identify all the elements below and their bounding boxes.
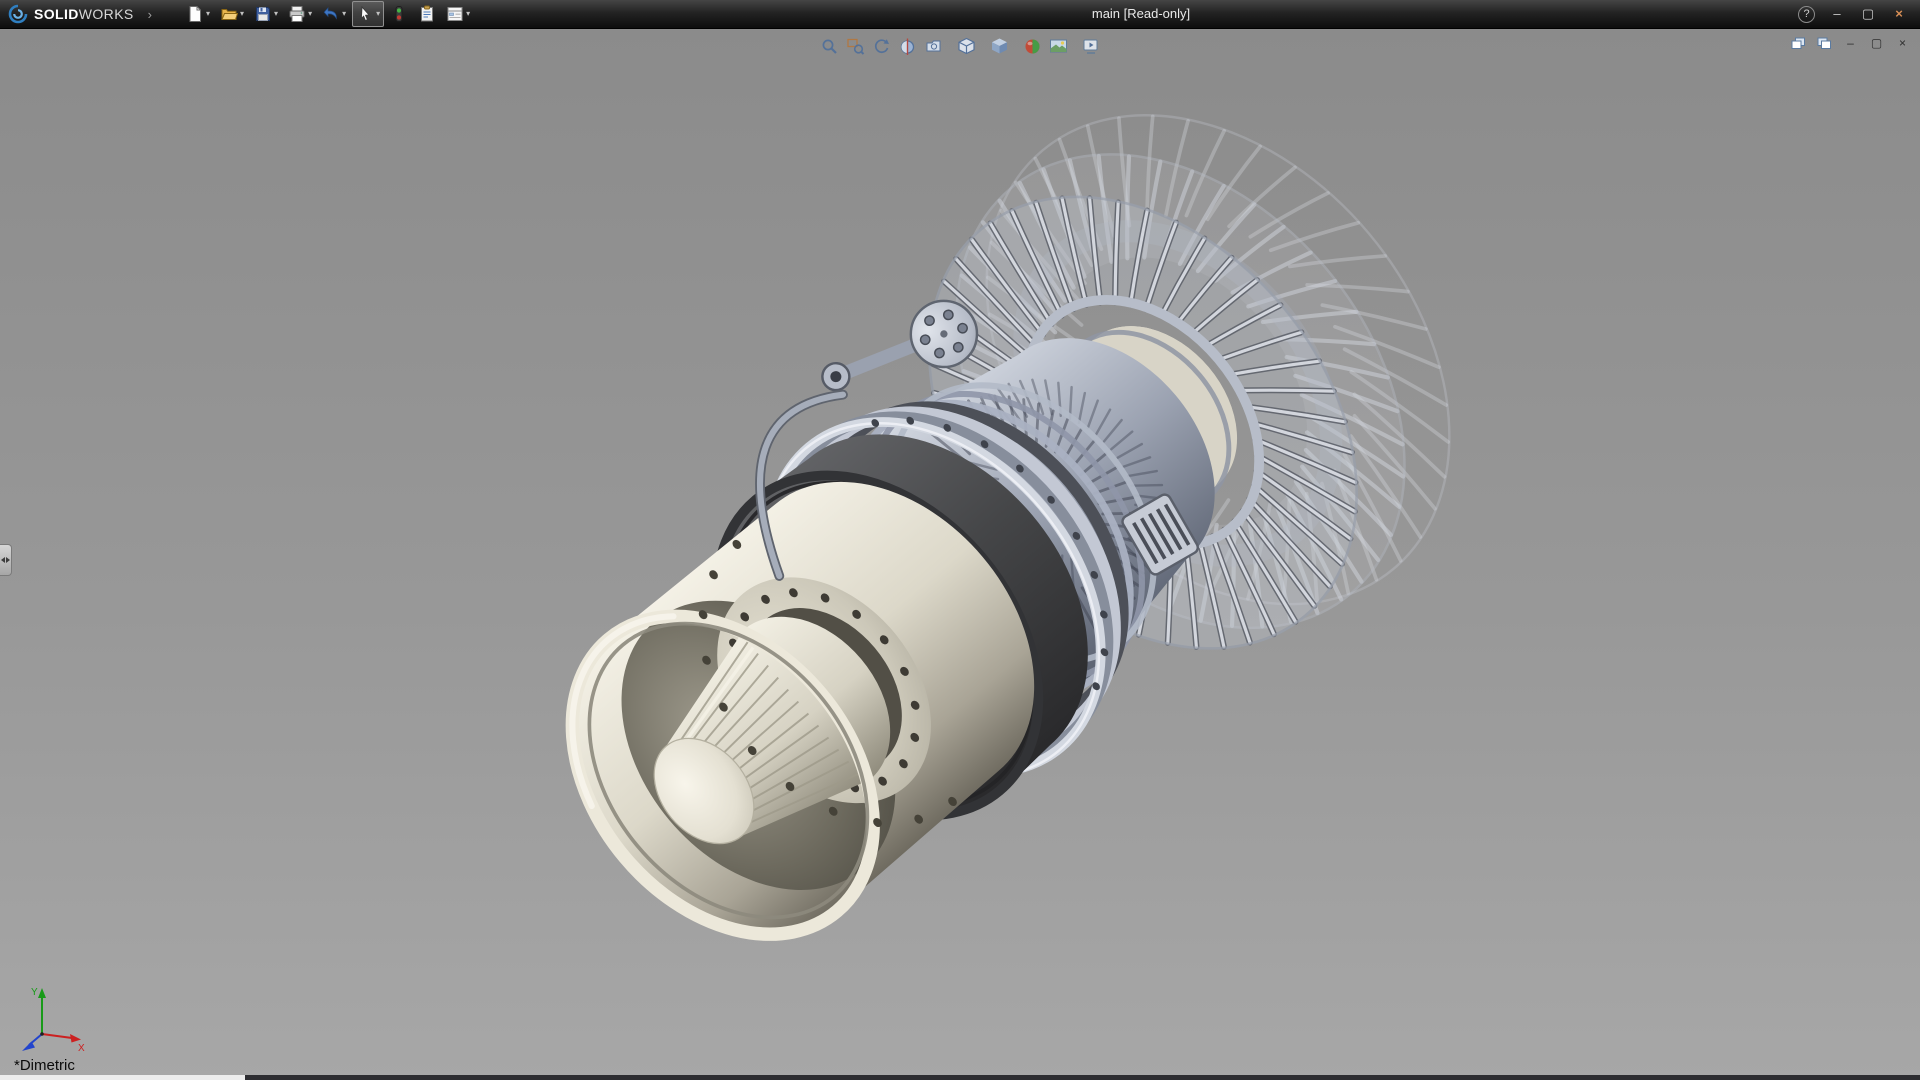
graphics-viewport[interactable]: – ▢ × Y X *Dimetric: [0, 28, 1920, 1080]
app-logo: SOLIDWORKS ›: [0, 4, 152, 24]
view-settings-button[interactable]: [1080, 35, 1102, 57]
orientation-triad: Y X: [12, 982, 92, 1054]
previous-view-button[interactable]: [870, 35, 892, 57]
print-icon: [288, 5, 306, 23]
statusbar-edge-light: [0, 1075, 245, 1080]
view-orientation-cube-icon: [957, 37, 976, 56]
restore-document-button[interactable]: ▢: [1868, 35, 1885, 51]
apply-scene-button[interactable]: [1047, 35, 1069, 57]
undo-button[interactable]: ▾: [318, 1, 350, 27]
view-orientation-label: *Dimetric: [14, 1057, 75, 1074]
menu-expand-chevron-icon[interactable]: ›: [148, 7, 152, 22]
next-document-button[interactable]: [1816, 35, 1833, 51]
expand-right-icon: [6, 557, 10, 563]
undo-icon: [322, 5, 340, 23]
zoom-to-area-button[interactable]: [844, 35, 866, 57]
print-button[interactable]: ▾: [284, 1, 316, 27]
dropdown-caret-icon[interactable]: ▾: [274, 10, 278, 18]
new-document-button[interactable]: ▾: [182, 1, 214, 27]
document-title: main [Read-only]: [1092, 0, 1190, 28]
zoom-to-area-icon: [846, 37, 865, 56]
x-axis-label: X: [78, 1043, 85, 1054]
open-button[interactable]: ▾: [216, 1, 248, 27]
view-settings-icon: [1082, 37, 1101, 56]
taskbar-edge: [245, 1075, 1920, 1080]
maximize-window-button[interactable]: ▢: [1859, 5, 1877, 23]
annotation-views-button[interactable]: [922, 35, 944, 57]
bottom-edge: [0, 1075, 1920, 1080]
options-icon: [446, 5, 464, 23]
previous-view-icon: [872, 37, 891, 56]
brand-solid: SOLID: [34, 6, 79, 22]
edit-appearance-button[interactable]: [1021, 35, 1043, 57]
dassault-3ds-logo-icon: [8, 4, 28, 24]
close-document-button[interactable]: ×: [1894, 35, 1911, 51]
titlebar: SOLIDWORKS › ▾ ▾ ▾: [0, 0, 1920, 29]
file-properties-button[interactable]: [414, 1, 440, 27]
rebuild-button[interactable]: [386, 1, 412, 27]
select-button[interactable]: ▾: [352, 1, 384, 27]
dropdown-caret-icon[interactable]: ▾: [206, 10, 210, 18]
open-folder-icon: [220, 5, 238, 23]
model-jet-engine[interactable]: [0, 28, 1920, 1080]
zoom-to-fit-button[interactable]: [818, 35, 840, 57]
options-button[interactable]: ▾: [442, 1, 474, 27]
save-button[interactable]: ▾: [250, 1, 282, 27]
previous-document-icon: [1791, 37, 1806, 50]
edit-appearance-icon: [1023, 37, 1042, 56]
app-name: SOLIDWORKS: [34, 6, 134, 22]
section-view-icon: [898, 37, 917, 56]
file-properties-icon: [418, 5, 436, 23]
dropdown-caret-icon[interactable]: ▾: [240, 10, 244, 18]
dropdown-caret-icon[interactable]: ▾: [308, 10, 312, 18]
minimize-window-button[interactable]: –: [1828, 5, 1846, 23]
display-style-button[interactable]: [988, 35, 1010, 57]
minimize-document-button[interactable]: –: [1842, 35, 1859, 51]
previous-document-button[interactable]: [1790, 35, 1807, 51]
document-window-controls: – ▢ ×: [1790, 35, 1911, 51]
view-orientation-button[interactable]: [955, 35, 977, 57]
collapse-left-icon: [1, 557, 5, 563]
save-icon: [254, 5, 272, 23]
zoom-to-fit-icon: [820, 37, 839, 56]
rebuild-icon: [390, 5, 408, 23]
quick-access-toolbar: ▾ ▾ ▾ ▾: [182, 1, 474, 27]
y-axis-arrow-icon: [38, 988, 46, 998]
window-controls: ? – ▢ ×: [1798, 5, 1920, 23]
z-axis-arrow-icon: [22, 1042, 35, 1052]
close-window-button[interactable]: ×: [1890, 5, 1908, 23]
select-cursor-icon: [356, 5, 374, 23]
dropdown-caret-icon[interactable]: ▾: [466, 10, 470, 18]
annotation-views-icon: [924, 37, 943, 56]
heads-up-view-toolbar: [818, 35, 1102, 57]
display-style-icon: [990, 37, 1009, 56]
apply-scene-icon: [1049, 37, 1068, 56]
help-button[interactable]: ?: [1798, 6, 1815, 23]
next-document-icon: [1817, 37, 1832, 50]
panel-splitter-tab[interactable]: [0, 544, 12, 576]
dropdown-caret-icon[interactable]: ▾: [376, 10, 380, 18]
y-axis-label: Y: [31, 987, 38, 998]
section-view-button[interactable]: [896, 35, 918, 57]
new-document-icon: [186, 5, 204, 23]
brand-works: WORKS: [79, 6, 134, 22]
dropdown-caret-icon[interactable]: ▾: [342, 10, 346, 18]
x-axis-arrow-icon: [70, 1034, 81, 1043]
